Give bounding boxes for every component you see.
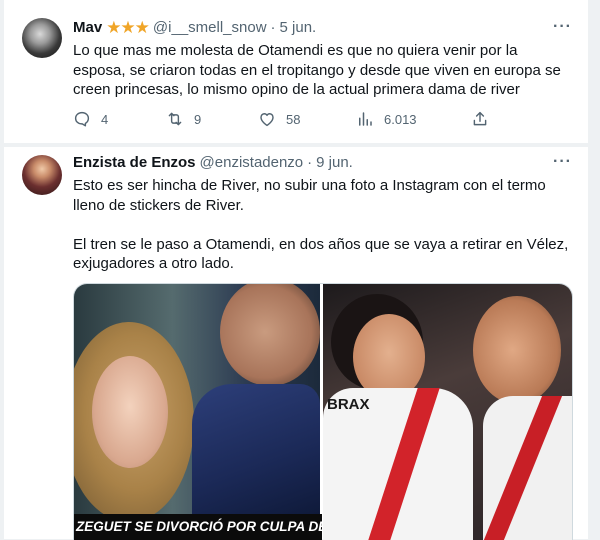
woman-face	[92, 356, 168, 468]
more-options-icon[interactable]: ···	[553, 153, 572, 171]
jersey-brand: BRAX	[327, 396, 370, 413]
media-photo-right[interactable]: BRAX	[323, 284, 572, 540]
reply-button[interactable]: 4	[73, 110, 166, 128]
user-handle[interactable]: @enzistadenzo	[200, 154, 304, 172]
separator-dot: ·	[307, 154, 313, 171]
heart-icon	[260, 113, 274, 127]
image-caption: ZEGUET SE DIVORCIÓ POR CULPA DE RI	[74, 514, 322, 540]
tweet-card[interactable]: Enzista de Enzos @enzistadenzo · 9 jun. …	[4, 147, 588, 540]
tweet-media[interactable]: ZEGUET SE DIVORCIÓ POR CULPA DE RI BRAX	[73, 283, 573, 540]
share-button[interactable]	[471, 110, 489, 128]
like-button[interactable]: 58	[258, 110, 356, 128]
tweet-date[interactable]: 9 jun.	[316, 154, 353, 172]
views-count: 6.013	[384, 111, 417, 127]
like-count: 58	[286, 111, 301, 127]
tweet-text: Lo que mas me molesta de Otamendi es que…	[73, 42, 561, 98]
separator-dot: ·	[270, 19, 276, 36]
player-face-right	[473, 296, 561, 404]
avatar[interactable]	[22, 155, 62, 195]
reply-icon	[74, 111, 90, 127]
tweet-paragraph: El tren se le paso a Otamendi, en dos añ…	[73, 235, 569, 273]
tweet-header: Mav ★★★ @i__smell_snow · 5 jun.	[73, 19, 316, 37]
display-name[interactable]: Mav	[73, 19, 102, 37]
views-button[interactable]: 6.013	[356, 110, 471, 128]
retweet-icon	[168, 112, 182, 126]
tweet-card[interactable]: Mav ★★★ @i__smell_snow · 5 jun. ··· Lo q…	[4, 0, 588, 143]
tweet-date[interactable]: 5 jun.	[280, 19, 317, 37]
star-emoji-icon: ★★★	[106, 18, 150, 37]
tweet-text: Esto es ser hincha de River, no subir un…	[73, 176, 573, 293]
user-handle[interactable]: @i__smell_snow	[153, 19, 267, 37]
retweet-count: 9	[194, 111, 202, 127]
bar-chart-icon	[359, 112, 372, 126]
retweet-button[interactable]: 9	[166, 110, 258, 128]
tweet-actions: 4 9 58 6.013	[73, 110, 493, 128]
reply-count: 4	[101, 111, 109, 127]
avatar[interactable]	[22, 18, 62, 58]
share-icon	[473, 111, 487, 126]
display-name[interactable]: Enzista de Enzos	[73, 154, 196, 172]
man-shirt	[192, 384, 320, 514]
man-head	[220, 284, 320, 386]
tweet-header: Enzista de Enzos @enzistadenzo · 9 jun.	[73, 154, 353, 172]
more-options-icon[interactable]: ···	[553, 18, 572, 36]
media-photo-left[interactable]: ZEGUET SE DIVORCIÓ POR CULPA DE RI	[74, 284, 322, 540]
tweet-paragraph: Esto es ser hincha de River, no subir un…	[73, 177, 546, 214]
